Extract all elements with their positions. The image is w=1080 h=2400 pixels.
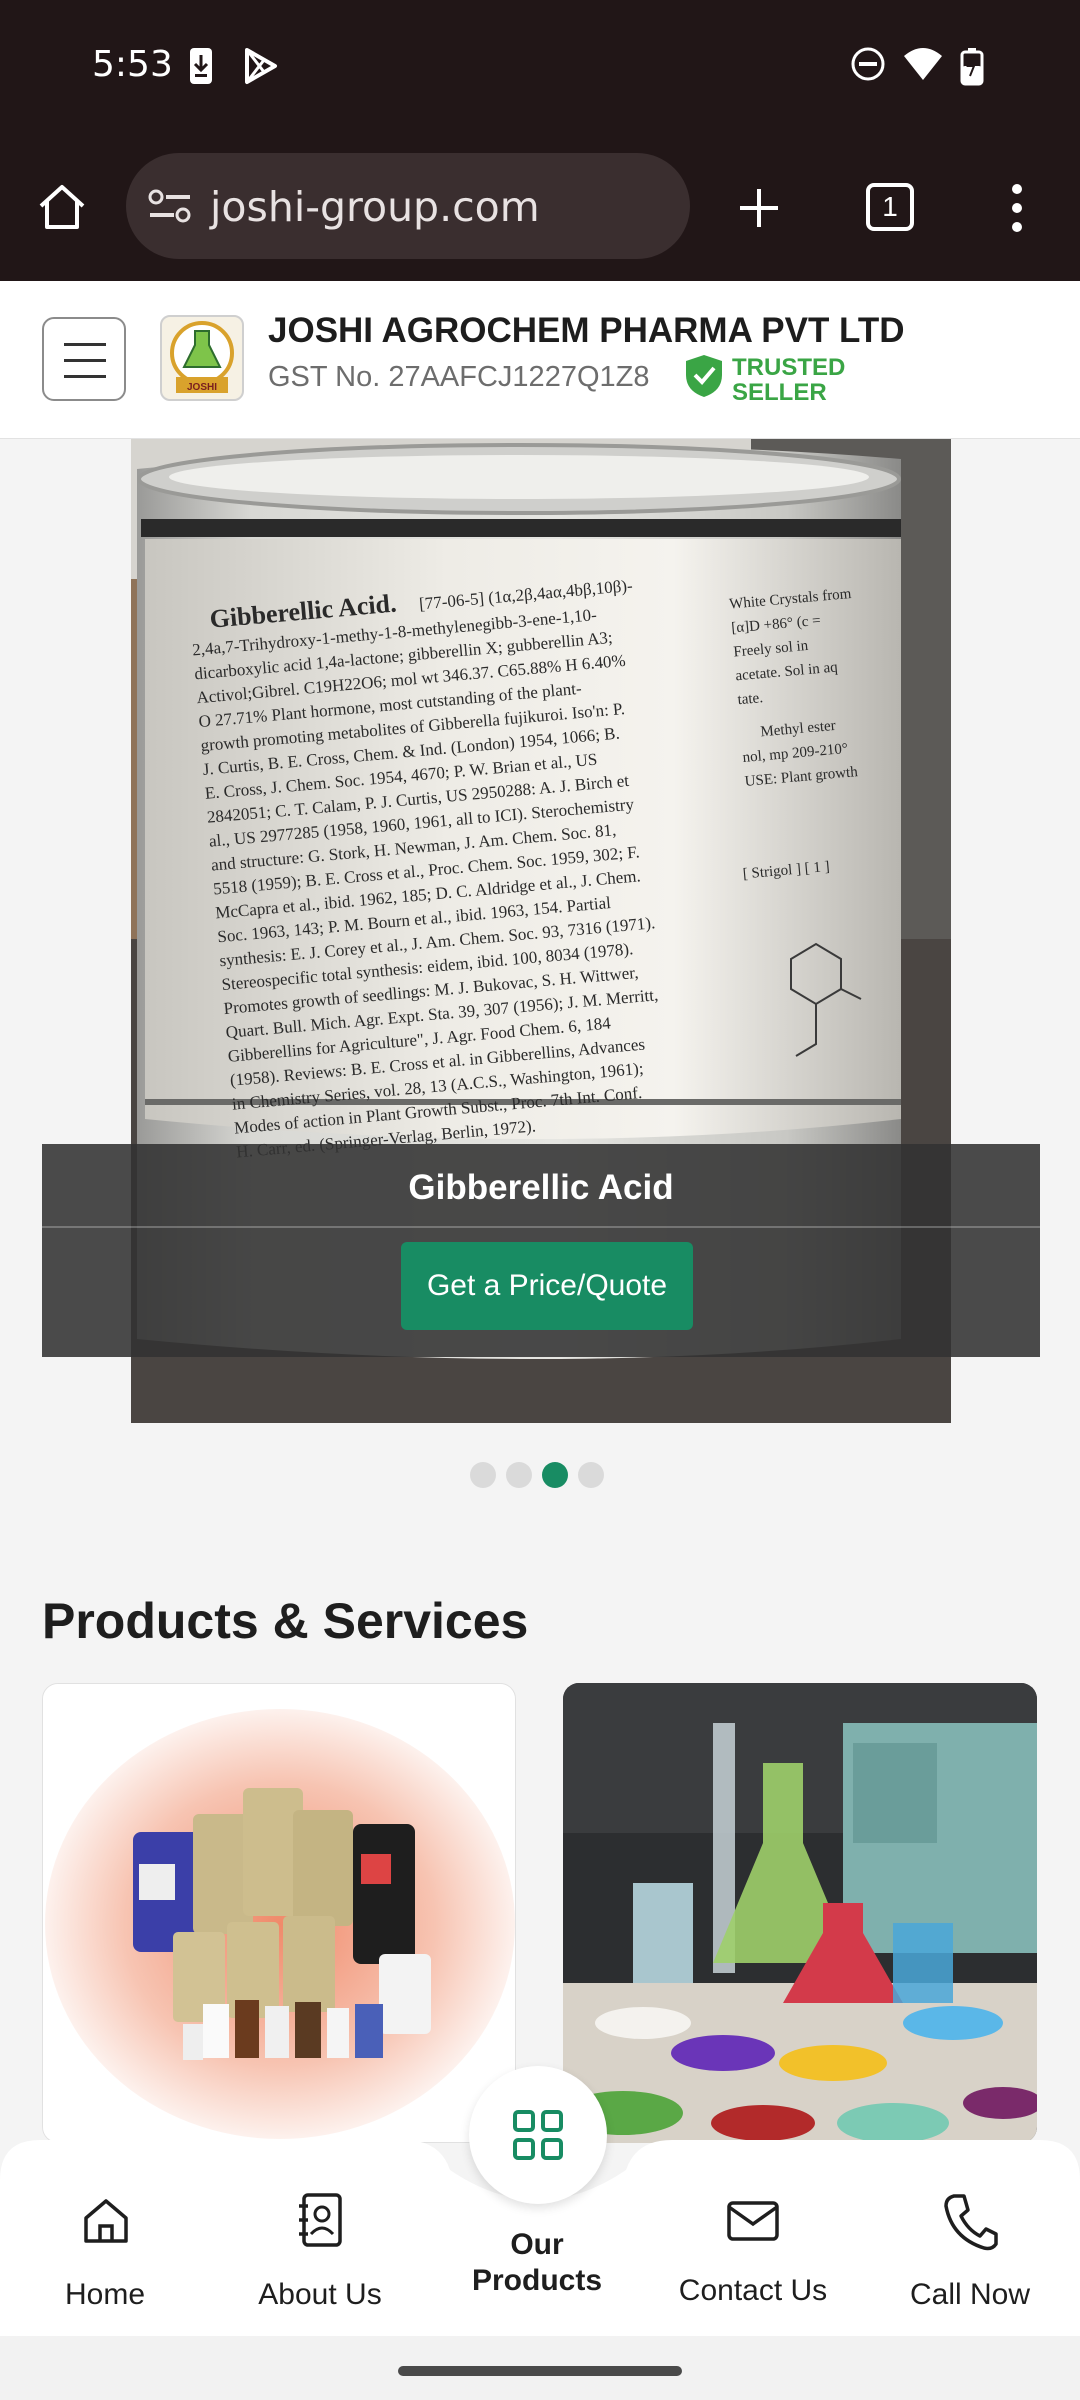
contacts-book-icon xyxy=(299,2193,342,2247)
shield-check-icon xyxy=(686,355,722,397)
lab-glassware-photo xyxy=(563,1683,1037,2143)
hamburger-menu-button[interactable] xyxy=(42,317,126,401)
mail-icon xyxy=(727,2201,779,2241)
status-bar: 5:53 xyxy=(0,0,1080,135)
home-icon xyxy=(84,2199,128,2243)
carousel-dot-active[interactable] xyxy=(542,1462,568,1488)
nav-call-now[interactable]: Call Now xyxy=(870,2140,1070,2336)
caption-divider xyxy=(42,1226,1040,1228)
phone-icon xyxy=(944,2194,998,2251)
trusted-label: TRUSTED xyxy=(732,354,846,381)
nav-home[interactable]: Home xyxy=(5,2140,205,2336)
gesture-area xyxy=(0,2336,1080,2400)
logo-text: JOSHI xyxy=(187,382,217,393)
nav-call-label: Call Now xyxy=(909,2278,1031,2311)
nav-home-label: Home xyxy=(64,2278,146,2311)
nav-our-products[interactable]: Our Products xyxy=(437,2140,637,2336)
seller-label: SELLER xyxy=(732,379,827,406)
get-quote-button[interactable]: Get a Price/Quote xyxy=(401,1242,693,1330)
carousel-dot[interactable] xyxy=(470,1462,496,1488)
download-icon xyxy=(190,48,212,84)
address-bar[interactable]: joshi-group.com xyxy=(126,153,690,259)
site-settings-icon[interactable] xyxy=(148,187,192,227)
gesture-handle[interactable] xyxy=(398,2366,682,2376)
product-card-chemicals[interactable] xyxy=(42,1683,516,2143)
site-header: JOSHI JOSHI AGROCHEM PHARMA PVT LTD GST … xyxy=(0,281,1080,439)
carousel-dot[interactable] xyxy=(506,1462,532,1488)
home-icon[interactable] xyxy=(36,181,88,233)
product-title[interactable]: Gibberellic Acid xyxy=(42,1168,1040,1208)
products-section-title: Products & Services xyxy=(42,1593,529,1649)
battery-icon xyxy=(960,48,984,86)
flask-logo-icon: JOSHI xyxy=(170,321,234,393)
menu-line xyxy=(64,343,106,346)
label-fragment: tate. xyxy=(737,690,764,708)
menu-line xyxy=(64,359,106,362)
wifi-icon xyxy=(904,48,942,80)
menu-line xyxy=(64,375,106,378)
chemical-drums-photo xyxy=(43,1684,515,2142)
product-card-lab-glassware[interactable] xyxy=(563,1683,1037,2143)
dnd-icon xyxy=(851,47,885,81)
url-text[interactable]: joshi-group.com xyxy=(210,183,540,231)
company-name: JOSHI AGROCHEM PHARMA PVT LTD xyxy=(268,311,905,350)
nav-products-label-line2: Products xyxy=(471,2264,603,2297)
nav-contact-us[interactable]: Contact Us xyxy=(653,2140,853,2336)
nav-about-us[interactable]: About Us xyxy=(220,2140,420,2336)
hero-caption: Gibberellic Acid Get a Price/Quote xyxy=(42,1144,1040,1357)
play-store-icon xyxy=(245,48,277,84)
tab-count: 1 xyxy=(882,191,898,222)
nav-products-label-line1: Our xyxy=(510,2228,564,2261)
more-icon[interactable] xyxy=(1008,183,1026,233)
new-tab-icon[interactable] xyxy=(736,185,782,231)
status-time: 5:53 xyxy=(92,44,173,85)
nav-about-label: About Us xyxy=(258,2278,382,2311)
tab-switcher-button[interactable]: 1 xyxy=(866,183,914,231)
company-logo[interactable]: JOSHI xyxy=(160,315,244,401)
trusted-seller-badge: TRUSTED SELLER xyxy=(732,355,845,405)
gst-number: GST No. 27AAFCJ1227Q1Z8 xyxy=(268,361,650,393)
carousel-dot[interactable] xyxy=(578,1462,604,1488)
browser-toolbar: joshi-group.com 1 xyxy=(0,135,1080,281)
nav-contact-label: Contact Us xyxy=(678,2274,828,2307)
